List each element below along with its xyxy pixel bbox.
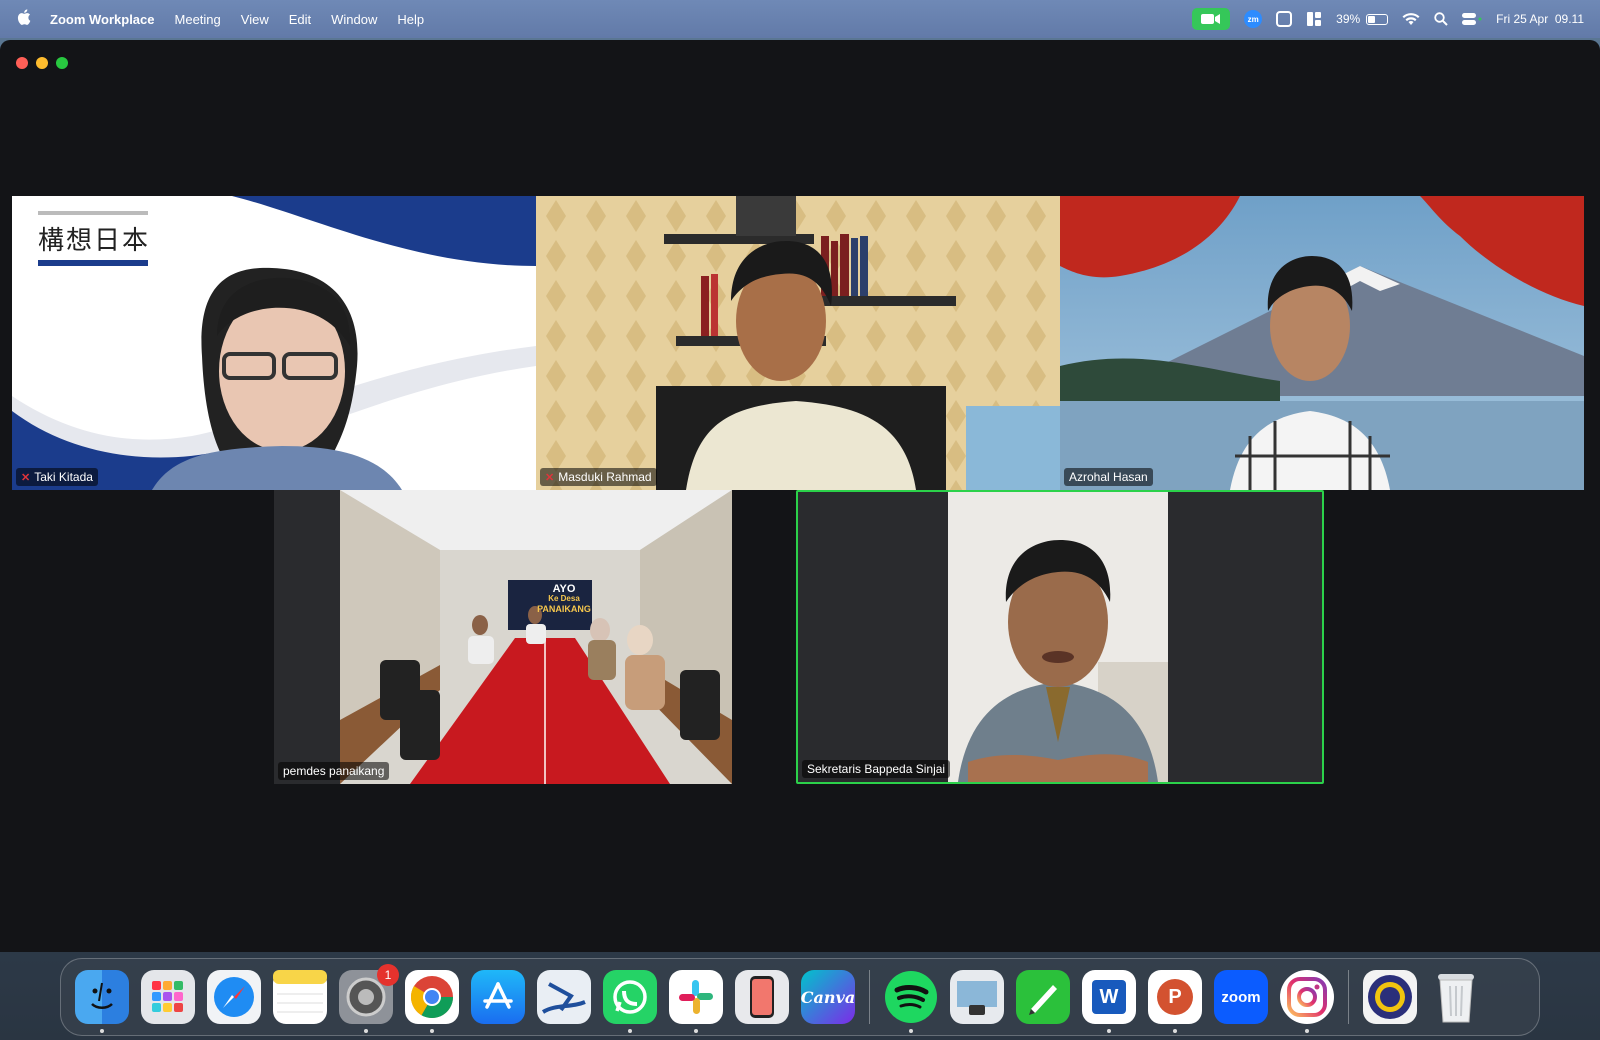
zoom-window-button[interactable] — [56, 57, 68, 69]
participant-name: Masduki Rahmad — [558, 470, 652, 484]
clock[interactable]: Fri 25 Apr 09.11 — [1496, 12, 1584, 26]
ski-app-icon[interactable] — [537, 970, 591, 1024]
screen-record-icon[interactable] — [1276, 11, 1293, 27]
finder-icon[interactable] — [75, 970, 129, 1033]
minimize-window-button[interactable] — [36, 57, 48, 69]
preview-icon[interactable] — [950, 970, 1004, 1024]
banner-line-2: Ke Desa — [548, 594, 580, 603]
iphone-mirroring-icon[interactable] — [735, 970, 789, 1024]
battery-icon — [1366, 13, 1389, 25]
menu-edit[interactable]: Edit — [279, 12, 321, 27]
battery-percent: 39% — [1336, 12, 1361, 26]
apple-menu-icon[interactable] — [0, 9, 48, 29]
close-window-button[interactable] — [16, 57, 28, 69]
word-icon[interactable]: W — [1082, 970, 1136, 1033]
battery-indicator[interactable]: 39% — [1336, 12, 1389, 26]
background-logo-text: 構想日本 — [38, 226, 151, 256]
wifi-icon[interactable] — [1402, 12, 1420, 26]
menu-bar: Zoom Workplace Meeting View Edit Window … — [0, 0, 1600, 38]
banner-line-3: PANAIKANG — [537, 604, 591, 614]
camera-in-use-icon[interactable] — [1192, 8, 1231, 30]
participant-name: pemdes panaikang — [283, 764, 385, 778]
menu-window[interactable]: Window — [321, 12, 387, 27]
participant-name-label: ✕ Masduki Rahmad — [540, 468, 657, 486]
zoom-meeting-window: 構想日本 ✕ Taki Kitada ✕ Masduki Rahmad Azro… — [0, 40, 1600, 952]
app-store-icon[interactable] — [471, 970, 525, 1024]
menu-view[interactable]: View — [231, 12, 279, 27]
powerpoint-icon[interactable]: P — [1148, 970, 1202, 1033]
chrome-icon[interactable] — [405, 970, 459, 1033]
banner-line-1: AYO — [552, 583, 576, 595]
active-speaker-highlight — [796, 490, 1324, 784]
video-tile-pemdes-panaikang[interactable]: AYO Ke Desa PANAIKANG pemdes panaikang — [274, 490, 732, 784]
participant-name-label: Azrohal Hasan — [1064, 468, 1153, 486]
safari-icon[interactable] — [207, 970, 261, 1024]
room-background — [536, 196, 1060, 490]
notification-badge: 1 — [377, 964, 399, 986]
mic-muted-icon: ✕ — [21, 471, 31, 484]
zoom-status-icon[interactable]: zm — [1244, 10, 1263, 28]
control-center-icon[interactable] — [1462, 12, 1482, 26]
launchpad-icon[interactable] — [141, 970, 195, 1024]
menu-meeting[interactable]: Meeting — [165, 12, 231, 27]
word-letter: W — [1092, 980, 1126, 1014]
virtual-background — [1060, 196, 1584, 490]
system-settings-icon[interactable]: 1 — [339, 964, 399, 1033]
pen-app-icon[interactable] — [1016, 970, 1070, 1024]
trash-icon[interactable] — [1429, 970, 1483, 1024]
powerpoint-letter: P — [1157, 979, 1193, 1015]
participant-name: Azrohal Hasan — [1069, 470, 1148, 484]
video-tile-taki-kitada[interactable]: 構想日本 ✕ Taki Kitada — [12, 196, 536, 490]
video-tile-masduki-rahmad[interactable]: ✕ Masduki Rahmad — [536, 196, 1060, 490]
participant-name-label: pemdes panaikang — [278, 762, 390, 780]
mic-muted-icon: ✕ — [545, 471, 555, 484]
dock: 1 Canva W P zoom — [60, 958, 1540, 1036]
participant-name-label: ✕ Taki Kitada — [16, 468, 98, 486]
university-logo-icon[interactable] — [1363, 970, 1417, 1024]
spotlight-search-icon[interactable] — [1434, 12, 1448, 26]
status-area: zm 39% Fri 25 Apr 09.11 — [1192, 0, 1584, 38]
notes-icon[interactable] — [273, 970, 327, 1024]
menu-help[interactable]: Help — [387, 12, 434, 27]
participant-name: Taki Kitada — [34, 470, 93, 484]
whatsapp-icon[interactable] — [603, 970, 657, 1033]
slack-icon[interactable] — [669, 970, 723, 1033]
instagram-icon[interactable] — [1280, 970, 1334, 1033]
menu-app-name[interactable]: Zoom Workplace — [48, 12, 165, 27]
dock-separator — [869, 970, 870, 1024]
stage-manager-icon[interactable] — [1306, 11, 1322, 27]
room-video — [340, 490, 732, 784]
dock-separator — [1348, 970, 1349, 1024]
video-tile-azrohal-hasan[interactable]: Azrohal Hasan — [1060, 196, 1584, 490]
canva-icon[interactable]: Canva — [801, 970, 855, 1024]
zoom-icon[interactable]: zoom — [1214, 970, 1268, 1024]
spotify-icon[interactable] — [884, 970, 938, 1033]
room-banner: AYO Ke Desa PANAIKANG — [524, 583, 604, 615]
